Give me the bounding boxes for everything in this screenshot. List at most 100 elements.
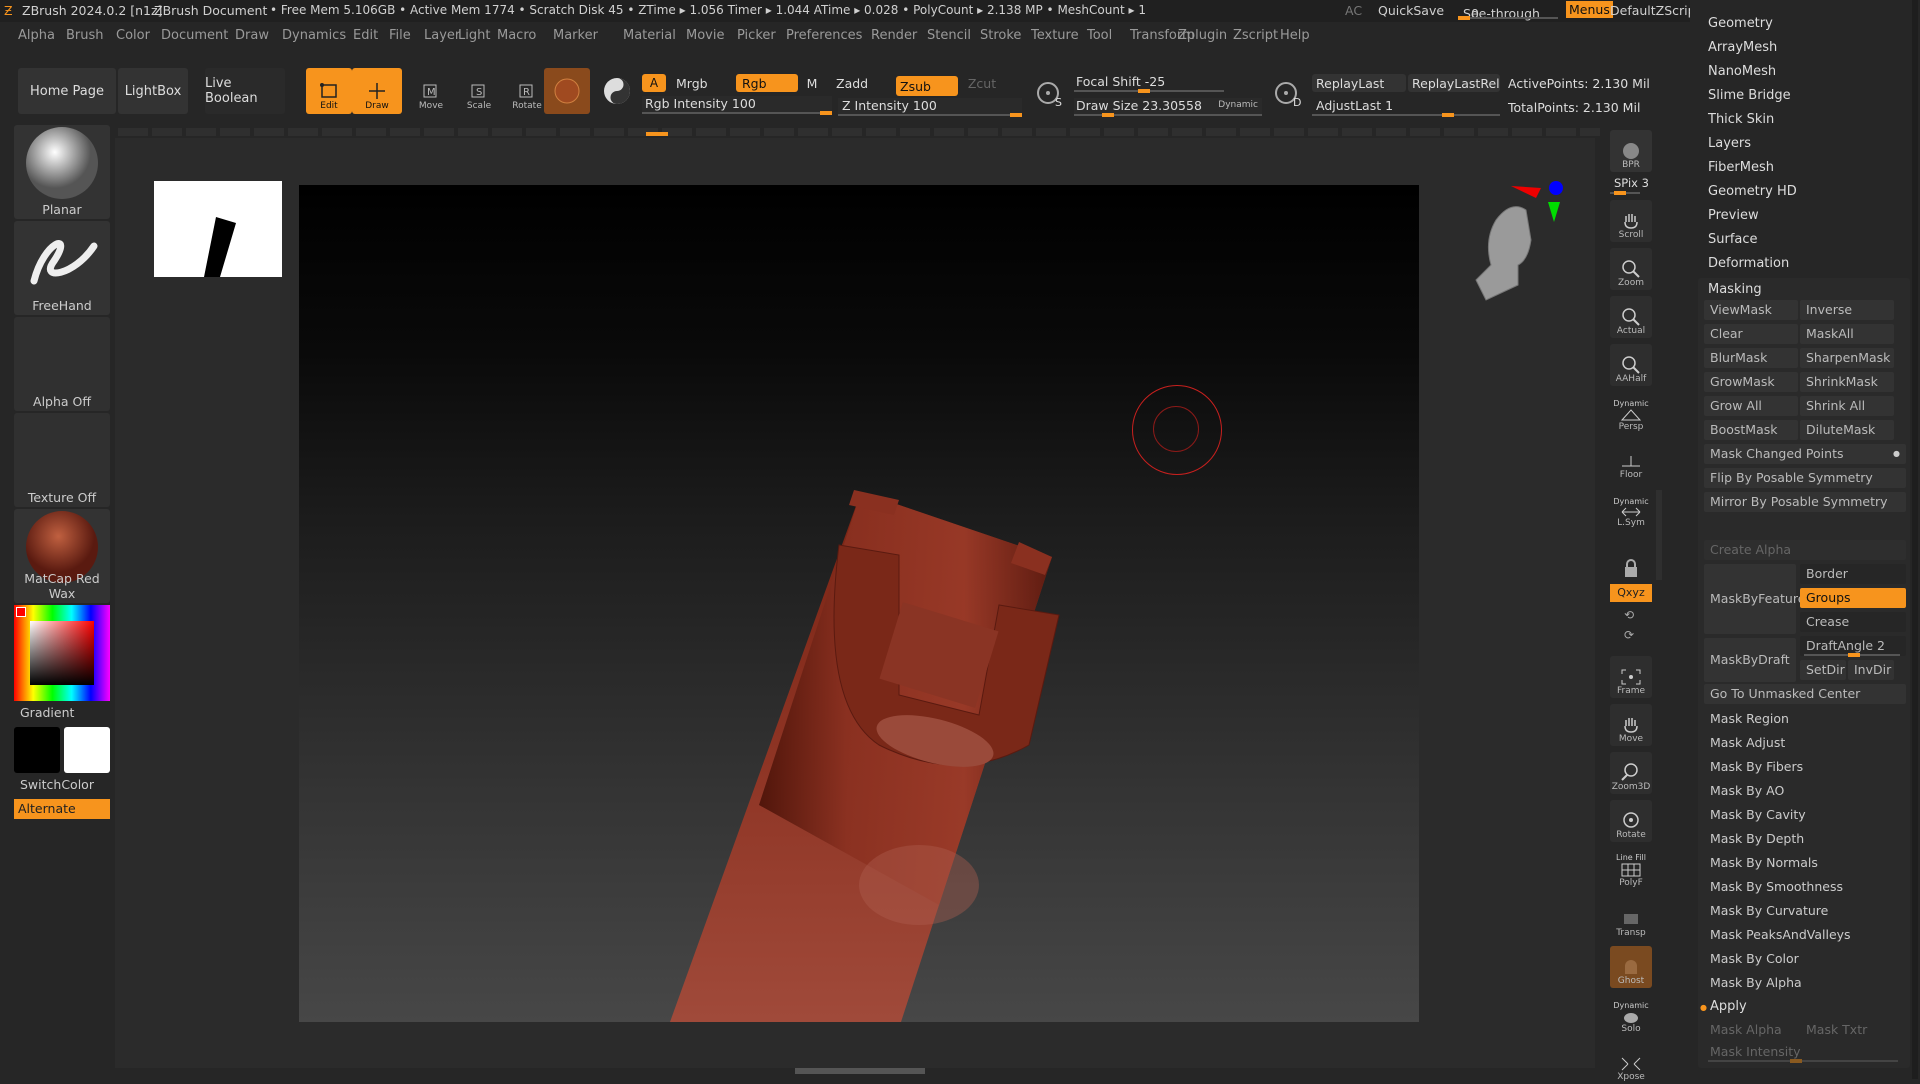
replay-last-rel-button[interactable]: ReplayLastRel [1408,74,1500,92]
draw-size-slider[interactable]: Draw Size 23.30558 Dynamic [1074,98,1262,117]
flip-by-posable-symmetry-button[interactable]: Flip By Posable Symmetry [1704,468,1906,488]
secondary-color[interactable] [64,727,110,773]
bottom-shelf-handle[interactable] [795,1068,925,1074]
alpha-thumb[interactable]: Alpha Off [14,317,110,411]
backface-d-button[interactable]: D [1268,68,1308,114]
menu-macro[interactable]: Macro [497,28,536,43]
lock-button[interactable] [1610,540,1652,582]
menu-movie[interactable]: Movie [686,28,724,43]
floor-button[interactable]: Floor [1610,440,1652,482]
m-toggle[interactable]: M [800,74,824,92]
zscript-button[interactable]: DefaultZScript [1610,3,1701,18]
menu-color[interactable]: Color [116,28,150,43]
mask-adjust-button[interactable]: Mask Adjust [1704,733,1906,753]
mask-by-cavity-button[interactable]: Mask By Cavity [1704,805,1906,825]
menu-edit[interactable]: Edit [353,28,378,43]
subpalette-thick-skin[interactable]: Thick Skin [1708,112,1774,127]
move-mode-button[interactable]: M Move [408,68,454,114]
menu-layer[interactable]: Layer [424,28,460,43]
menu-zscript[interactable]: Zscript [1233,28,1278,43]
subpalette-slime-bridge[interactable]: Slime Bridge [1708,88,1791,103]
go-to-unmasked-center-button[interactable]: Go To Unmasked Center [1704,684,1906,704]
stroke-freehand-thumb[interactable]: FreeHand [14,221,110,315]
masking-header[interactable]: Masking [1708,282,1762,297]
xpose-button[interactable]: Xpose [1610,1042,1652,1084]
subpalette-geometry-hd[interactable]: Geometry HD [1708,184,1797,199]
aahalf-button[interactable]: AAHalf [1610,344,1652,386]
rgb-toggle[interactable]: Rgb [736,74,798,92]
material-thumb[interactable]: MatCap Red Wax [14,509,110,603]
rgb-intensity-slider[interactable]: Rgb Intensity 100 [642,96,832,115]
sharpenmask-button[interactable]: SharpenMask [1800,348,1894,368]
ac-button[interactable]: AC [1345,3,1362,18]
zcut-toggle[interactable]: Zcut [962,74,1002,92]
edit-mode-button[interactable]: Edit [306,68,352,114]
menu-brush[interactable]: Brush [66,28,104,43]
mask-by-smoothness-button[interactable]: Mask By Smoothness [1704,877,1906,897]
mask-by-fibers-button[interactable]: Mask By Fibers [1704,757,1906,777]
zoom-button[interactable]: Zoom [1610,248,1652,290]
groups-toggle[interactable]: Groups [1800,588,1906,608]
menu-texture[interactable]: Texture [1031,28,1079,43]
invdir-button[interactable]: InvDir [1848,660,1894,680]
menu-draw[interactable]: Draw [235,28,269,43]
zsub-toggle[interactable]: Zsub [896,76,958,96]
rotate-y-icon[interactable]: ⟲ [1624,608,1634,622]
color-picker[interactable] [14,605,110,701]
replay-last-button[interactable]: ReplayLast [1312,74,1406,92]
lightbox-button[interactable]: LightBox [118,68,188,114]
persp-button[interactable]: Dynamic Persp [1610,392,1652,434]
subpalette-fibermesh[interactable]: FiberMesh [1708,160,1774,175]
shrink-all-button[interactable]: Shrink All [1800,396,1894,416]
blurmask-button[interactable]: BlurMask [1704,348,1798,368]
menu-tool[interactable]: Tool [1087,28,1112,43]
rotate-view-button[interactable]: Rotate [1610,800,1652,842]
mask-by-normals-button[interactable]: Mask By Normals [1704,853,1906,873]
primary-color[interactable] [14,727,60,773]
menu-help[interactable]: Help [1280,28,1310,43]
lsym-button[interactable]: Dynamic L.Sym [1610,488,1652,530]
menu-material[interactable]: Material [623,28,676,43]
zadd-toggle[interactable]: Zadd [832,74,892,92]
boostmask-button[interactable]: BoostMask [1704,420,1798,440]
mask-alpha-button[interactable]: Mask Alpha [1704,1020,1798,1040]
polyf-button[interactable]: Line Fill PolyF [1610,848,1652,890]
spix-slider[interactable]: SPix 3 [1614,176,1649,190]
home-page-button[interactable]: Home Page [18,68,116,114]
shelf-scroller-knob[interactable] [646,132,668,136]
mask-by-ao-button[interactable]: Mask By AO [1704,781,1906,801]
inverse-button[interactable]: Inverse [1800,300,1894,320]
live-boolean-button[interactable]: Live Boolean [205,68,285,114]
adjust-last-slider[interactable]: AdjustLast 1 [1312,98,1500,117]
mask-by-depth-button[interactable]: Mask By Depth [1704,829,1906,849]
move-view-button[interactable]: Move [1610,704,1652,746]
subpalette-arraymesh[interactable]: ArrayMesh [1708,40,1777,55]
menu-stencil[interactable]: Stencil [927,28,971,43]
quicksave-button[interactable]: QuickSave [1378,3,1444,18]
border-toggle[interactable]: Border [1800,564,1906,584]
mask-by-alpha-button[interactable]: Mask By Alpha [1704,973,1906,993]
ghost-button[interactable]: Ghost [1610,946,1652,988]
rotate-z-icon[interactable]: ⟳ [1624,628,1634,642]
mask-txtr-button[interactable]: Mask Txtr [1800,1020,1894,1040]
subpalette-nanomesh[interactable]: NanoMesh [1708,64,1776,79]
mask-by-color-button[interactable]: Mask By Color [1704,949,1906,969]
document-viewport[interactable] [299,185,1419,1022]
menus-button[interactable]: Menus [1566,1,1613,18]
mask-by-curvature-button[interactable]: Mask By Curvature [1704,901,1906,921]
subpalette-geometry[interactable]: Geometry [1708,16,1773,31]
zoom3d-button[interactable]: Zoom3D [1610,752,1652,794]
mask-region-button[interactable]: Mask Region [1704,709,1906,729]
gradient-label[interactable]: Gradient [20,705,74,720]
menu-dynamics[interactable]: Dynamics [282,28,346,43]
mask-by-draft-button[interactable]: MaskByDraft [1704,638,1796,682]
frame-button[interactable]: Frame [1610,656,1652,698]
bpr-button[interactable]: BPR [1610,130,1652,172]
texture-thumb[interactable]: Texture Off [14,413,110,507]
draw-mode-button[interactable]: Draw [352,68,402,114]
dilutemask-button[interactable]: DiluteMask [1800,420,1894,440]
focal-shift-slider[interactable]: Focal Shift -25 [1074,74,1224,93]
setdir-button[interactable]: SetDir [1800,660,1846,680]
crease-toggle[interactable]: Crease [1800,612,1906,632]
scale-mode-button[interactable]: S Scale [456,68,502,114]
